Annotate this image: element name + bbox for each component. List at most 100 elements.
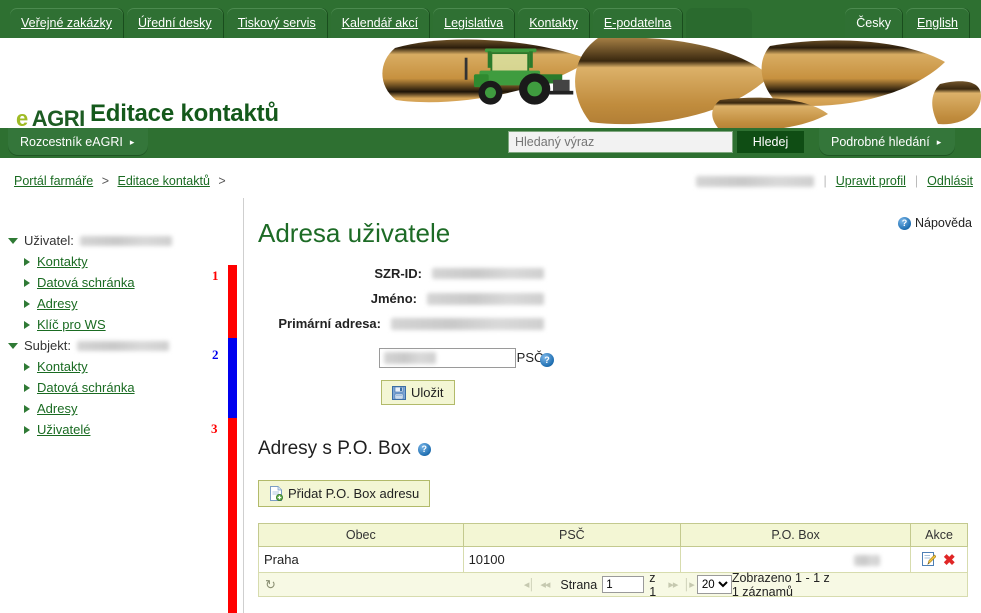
sidebar-item-uzivatel-datova-schranka[interactable]: Datová schránka — [0, 272, 243, 293]
nav-tab-label[interactable]: Kontakty — [529, 16, 578, 30]
sidebar-item-label[interactable]: Datová schránka — [37, 275, 135, 290]
sidebar-item-uzivatel-adresy[interactable]: Adresy — [0, 293, 243, 314]
nav-tab-e-podatelna[interactable]: E-podatelna — [592, 8, 683, 38]
column-header-psc[interactable]: PSČ — [462, 523, 682, 547]
nav-tab-label[interactable]: Veřejné zakázky — [21, 16, 112, 30]
column-header-obec[interactable]: Obec — [258, 523, 464, 547]
nav-tab-label[interactable]: Kalendář akcí — [342, 16, 418, 30]
field-row-jmeno: Jméno: — [244, 291, 544, 306]
add-document-icon — [269, 486, 284, 502]
page-title: Adresa uživatele — [258, 218, 451, 248]
logo-agri-text: AGRI — [31, 106, 86, 128]
sidebar-group-uzivatel[interactable]: Uživatel: — [0, 230, 243, 251]
sidebar-item-label[interactable]: Datová schránka — [37, 380, 135, 395]
annotation-number-3: 3 — [211, 421, 218, 436]
eagri-logo[interactable]: e AGRI — [16, 106, 85, 128]
refresh-icon[interactable]: ↻ — [265, 577, 276, 593]
sidebar-item-label[interactable]: Klíč pro WS — [37, 317, 106, 332]
main-content: Adresa uživatele ? Nápověda SZR-ID: Jmén… — [244, 198, 981, 613]
sidebar-item-subjekt-kontakty[interactable]: Kontakty — [0, 356, 243, 377]
help-link[interactable]: ? Nápověda — [898, 216, 972, 230]
language-english[interactable]: English — [906, 8, 969, 38]
language-cesky[interactable]: Česky — [845, 8, 902, 38]
save-button[interactable]: Uložit — [381, 380, 455, 405]
nav-tab-legislativa[interactable]: Legislativa — [433, 8, 515, 38]
nav-tab-tiskovy-servis[interactable]: Tiskový servis — [226, 8, 327, 38]
help-link-label[interactable]: Nápověda — [915, 216, 972, 230]
prev-page-icon[interactable]: ◂◂ — [540, 578, 550, 591]
logo-e-letter: e — [16, 106, 28, 128]
nav-tab-label[interactable]: Legislativa — [444, 16, 503, 30]
search-input[interactable] — [508, 131, 733, 153]
nav-tab-label[interactable]: Úřední desky — [138, 16, 212, 30]
page-label: Strana — [560, 577, 598, 592]
chevron-right-icon — [24, 362, 30, 371]
page-number-input[interactable] — [602, 576, 645, 593]
column-header-akce: Akce — [910, 523, 968, 547]
edit-profile-link[interactable]: Upravit profil — [836, 174, 906, 188]
nav-tab-label[interactable]: Tiskový servis — [238, 16, 316, 30]
cell-psc: 10100 — [462, 546, 682, 573]
special-zip-help-icon[interactable]: ? — [540, 353, 554, 367]
breadcrumb-item-portal-farmare[interactable]: Portál farmáře — [14, 174, 93, 188]
sidebar-item-subjekt-adresy[interactable]: Adresy — [0, 398, 243, 419]
last-page-icon[interactable]: │▸ — [683, 578, 694, 591]
crossroads-label: Rozcestník eAGRI — [20, 135, 123, 149]
field-label: Jméno: — [370, 291, 417, 306]
crossroads-button[interactable]: Rozcestník eAGRI ▸ — [8, 128, 149, 156]
language-label[interactable]: Česky — [856, 16, 891, 30]
breadcrumb-item-editace-kontaktu[interactable]: Editace kontaktů — [117, 174, 209, 188]
nav-tab-kalendar-akci[interactable]: Kalendář akcí — [330, 8, 430, 38]
special-zip-value-redacted — [384, 352, 436, 364]
next-page-icon[interactable]: ▸▸ — [668, 578, 678, 591]
table-header-row: Obec PSČ P.O. Box Akce — [258, 523, 968, 547]
annotation-number-2: 2 — [212, 347, 219, 362]
language-label[interactable]: English — [917, 16, 958, 30]
edit-icon[interactable] — [922, 551, 937, 566]
breadcrumb-separator: > — [101, 174, 109, 188]
table-row[interactable]: Praha 10100 ✖ — [258, 546, 968, 573]
sidebar-item-label[interactable]: Kontakty — [37, 359, 88, 374]
add-po-box-button[interactable]: Přidat P.O. Box adresu — [258, 480, 431, 507]
chevron-right-icon — [24, 257, 30, 266]
field-value-redacted — [391, 317, 544, 330]
annotation-number-1: 1 — [212, 268, 219, 283]
divider: | — [914, 174, 919, 188]
top-navigation-bar: Veřejné zakázky Úřední desky Tiskový ser… — [0, 0, 981, 38]
nav-tab-uredni-desky[interactable]: Úřední desky — [127, 8, 223, 38]
advanced-search-button[interactable]: Podrobné hledání ▸ — [819, 128, 956, 156]
nav-tab-label[interactable]: E-podatelna — [604, 16, 671, 30]
search-button[interactable]: Hledej — [737, 131, 804, 153]
chevron-down-icon[interactable] — [8, 342, 18, 349]
first-page-icon[interactable]: ◂│ — [524, 578, 535, 591]
field-value-redacted — [427, 292, 544, 305]
sidebar-item-subjekt-datova-schranka[interactable]: Datová schránka — [0, 377, 243, 398]
banner-artwork-tractor-field — [300, 38, 981, 128]
page-size-select[interactable]: 20 — [696, 575, 732, 594]
logout-link[interactable]: Odhlásit — [927, 174, 973, 188]
sidebar-item-label[interactable]: Adresy — [37, 401, 77, 416]
sidebar-group-subjekt[interactable]: Subjekt: — [0, 335, 243, 356]
chevron-right-icon — [24, 320, 30, 329]
chevron-down-icon[interactable] — [8, 237, 18, 244]
chevron-right-icon: ▸ — [936, 136, 942, 147]
breadcrumb: Portál farmáře > Editace kontaktů > — [14, 174, 231, 188]
nav-tab-verejne-zakazky[interactable]: Veřejné zakázky — [10, 8, 124, 38]
field-label: SZR-ID: — [374, 266, 422, 281]
sidebar-item-label[interactable]: Adresy — [37, 296, 77, 311]
nav-tab-kontakty[interactable]: Kontakty — [518, 8, 589, 38]
sidebar-item-uzivatel-klic-pro-ws[interactable]: Klíč pro WS — [0, 314, 243, 335]
site-banner: e AGRI Editace kontaktů — [0, 38, 981, 128]
nav-spacer — [686, 8, 753, 38]
column-header-po-box[interactable]: P.O. Box — [680, 523, 912, 547]
sidebar-item-uzivatel-kontakty[interactable]: Kontakty — [0, 251, 243, 272]
sidebar-item-label[interactable]: Uživatelé — [37, 422, 90, 437]
section-help-icon[interactable]: ? — [417, 442, 431, 456]
chevron-right-icon — [24, 404, 30, 413]
sidebar-item-label[interactable]: Kontakty — [37, 254, 88, 269]
app-title: Editace kontaktů — [90, 100, 279, 127]
delete-icon[interactable]: ✖ — [943, 552, 956, 569]
sidebar-group-value-redacted — [76, 340, 169, 351]
sidebar-item-subjekt-uzivatele[interactable]: Uživatelé — [0, 419, 243, 440]
save-button-label: Uložit — [411, 385, 444, 400]
